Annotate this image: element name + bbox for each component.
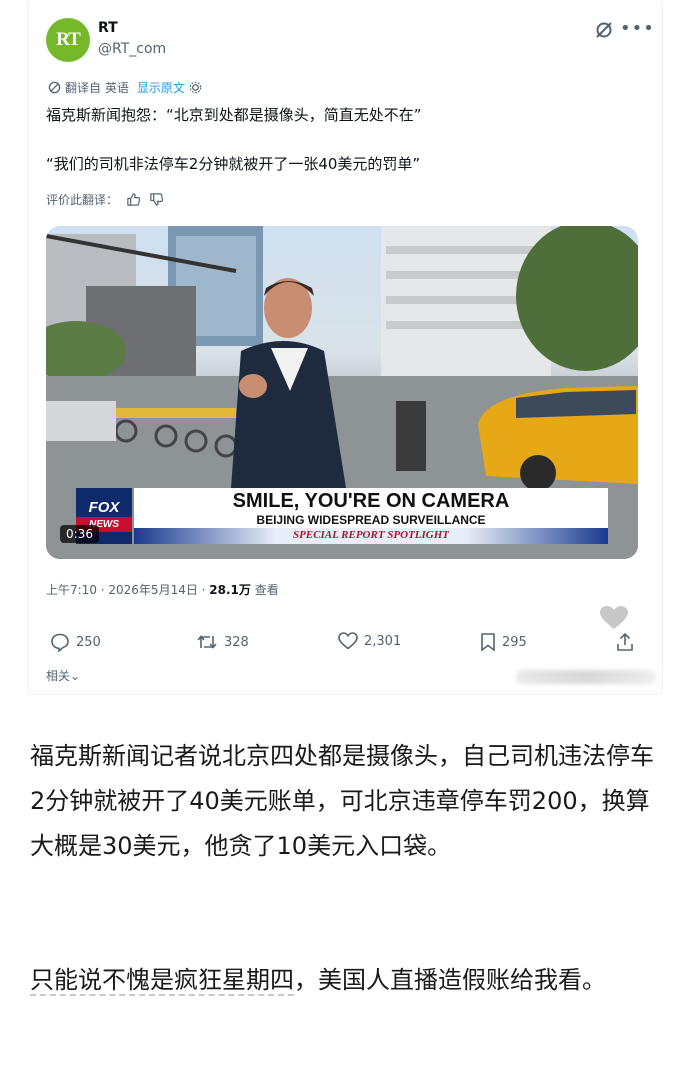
banner-spotlight: SPECIAL REPORT SPOTLIGHT [292,529,450,541]
view-count: 28.1万 [209,583,251,597]
comment-paragraph-2-rest: ，美国人直播造假账给我看。 [294,966,606,994]
translated-from-label: 翻译自 英语 [65,81,129,95]
action-bar: 250 328 2,301 295 [50,632,650,656]
repost-icon [197,635,217,649]
bookmark-count: 295 [502,634,527,650]
blurred-overlay [516,670,656,684]
views-label: 查看 [250,583,279,597]
lower-third-banner: SMILE, YOU'RE ON CAMERA BEIJING WIDESPRE… [134,488,608,544]
reply-icon [51,633,69,652]
thumbs-down-icon[interactable] [149,192,164,207]
related-toggle[interactable]: 相关⌄ [46,667,80,684]
settings-icon[interactable] [189,81,202,94]
video-duration-badge: 0:36 [60,525,99,543]
translation-info: 翻译自 英语 显示原文 [48,79,202,96]
heart-icon [338,632,358,650]
grok-icon[interactable] [594,20,614,40]
share-icon [617,632,633,651]
avatar[interactable]: RT [46,18,90,62]
banner-subhead: BEIJING WIDESPREAD SURVEILLANCE [256,513,486,527]
rate-translation-row: 评价此翻译： [46,191,164,208]
thumbs-up-icon[interactable] [126,192,141,207]
tweet-card: RT RT @RT_com ••• 翻译自 英语 显示原文 福克斯新闻抱怨：“北… [28,0,662,694]
more-icon[interactable]: ••• [620,18,655,39]
comment-paragraph-2: 只能说不愧是疯狂星期四，美国人直播造假账给我看。 [30,958,660,1003]
timestamp[interactable]: 上午7:10 · 2026年5月14日 · [46,583,209,597]
reply-count: 250 [76,634,101,650]
video-player[interactable]: FOX NEWS SMILE, YOU'RE ON CAMERA BEIJING… [46,226,638,559]
rate-translation-label: 评价此翻译： [46,193,119,207]
underlined-phrase[interactable]: 只能说不愧是疯狂星期四 [30,966,294,996]
tweet-meta: 上午7:10 · 2026年5月14日 · 28.1万 查看 [46,581,279,598]
fox-logo-line1: FOX [88,499,120,516]
account-name[interactable]: RT [98,20,118,36]
like-button[interactable]: 2,301 [338,632,401,650]
comment-paragraph-1: 福克斯新闻记者说北京四处都是摄像头，自己司机违法停车2分钟就被开了40美元账单，… [30,742,654,860]
reply-button[interactable]: 250 [50,632,101,652]
bookmark-icon [481,633,495,652]
account-handle[interactable]: @RT_com [98,41,166,57]
like-count: 2,301 [364,633,402,649]
avatar-text: RT [56,29,81,50]
tweet-text-line1: 福克斯新闻抱怨：“北京到处都是摄像头，简直无处不在” [46,106,422,124]
translate-icon [48,81,61,94]
repost-button[interactable]: 328 [196,632,249,652]
tweet-text-line2: “我们的司机非法停车2分钟就被开了一张40美元的罚单” [46,155,421,173]
share-button[interactable] [616,632,634,652]
floating-heart-icon [600,606,628,629]
banner-headline: SMILE, YOU'RE ON CAMERA [232,490,510,512]
repost-count: 328 [224,634,249,650]
bookmark-button[interactable]: 295 [480,632,527,652]
show-original-link[interactable]: 显示原文 [137,79,185,96]
